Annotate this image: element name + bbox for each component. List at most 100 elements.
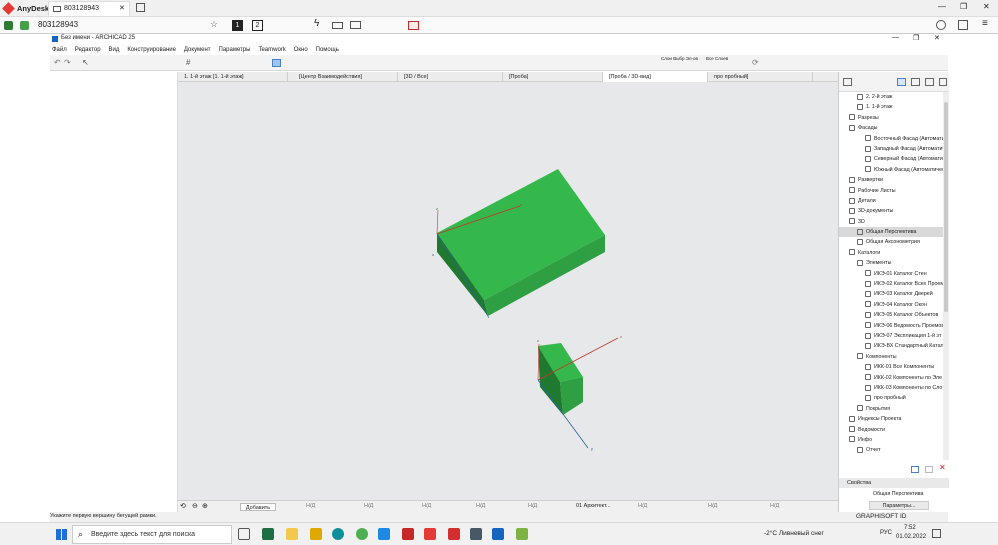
graphisoft-id-label[interactable]: GRAPHISOFT ID [856,513,906,520]
close-icon[interactable]: ✕ [983,2,990,11]
menu-document[interactable]: Документ [184,47,211,53]
tree-item[interactable]: ИКК-03 Компоненты по Сло [839,383,943,393]
paint-icon[interactable] [516,528,528,540]
download-icon[interactable] [958,20,968,30]
windows-start-icon[interactable] [56,529,67,540]
tree-item[interactable]: Западный Фасад (Автоматиче [839,144,943,154]
tree-item[interactable]: ИКЭ-ВХ Стандартный Катало [839,341,943,351]
favorite-icon[interactable]: ☆ [210,19,218,30]
tab-collaboration[interactable]: [Центр Взаимодействия] [293,72,398,82]
zoom-out-icon[interactable]: ⊖ [192,502,198,510]
tree-item[interactable]: ИКЭ-05 Каталог Объектов [839,310,943,320]
chat-icon[interactable] [20,21,29,30]
new-folder-icon[interactable] [925,466,933,473]
project-map-icon[interactable] [897,78,906,86]
maximize-icon[interactable]: ❐ [960,2,967,11]
nd-field-3[interactable]: Н/Д [422,503,431,509]
tree-item[interactable]: ИКЭ-03 Каталог Дверей [839,289,943,299]
display-1-button[interactable]: 1 [232,20,243,31]
close-tab-icon[interactable]: ✕ [119,4,125,12]
language-indicator[interactable]: РУС [880,530,892,536]
publisher-icon[interactable] [939,78,947,86]
menu-teamwork[interactable]: Teamwork [258,47,285,53]
task-view-icon[interactable] [238,528,250,540]
autocad-icon[interactable] [402,528,414,540]
tree-item[interactable]: Общая Перспектива [839,227,943,238]
add-button[interactable]: Добавить [240,503,276,511]
tree-item[interactable]: Восточный Фасад (Автомати [839,134,943,144]
app-icon[interactable] [492,528,504,540]
menu-options[interactable]: Параметры [219,47,251,53]
tree-item[interactable]: Детали [839,196,943,206]
tree-item[interactable]: 3D [839,217,943,227]
tree-item[interactable]: ИКЭ-06 Ведомость Проемов [839,321,943,331]
archicad-icon[interactable] [378,528,390,540]
pointer-tool-icon[interactable]: ↖ [82,58,89,67]
address-field[interactable]: 803128943 [38,20,78,29]
new-tab-icon[interactable] [136,3,145,12]
menu-file[interactable]: Файл [52,47,67,53]
clock-time[interactable]: 7:52 [904,525,916,531]
screen-icon[interactable] [350,21,361,29]
tree-item[interactable]: Индексы Проекта [839,414,943,424]
tree-item[interactable]: Элементы [839,258,943,268]
lightning-icon[interactable]: ϟ [314,18,319,29]
menu-help[interactable]: Помощь [316,47,339,53]
clock-date[interactable]: 01.02.2022 [896,534,926,540]
tree-item[interactable]: ИКЭ-02 Каталог Всех Проем [839,279,943,289]
tree-item[interactable]: ИКК-02 Компоненты по Эле [839,373,943,383]
undo-icon[interactable]: ↶ [54,58,61,67]
nd-field-5[interactable]: Н/Д [528,503,537,509]
tree-item[interactable]: Общая Аксонометрия [839,237,943,247]
tree-scrollbar-thumb[interactable] [944,102,948,312]
refresh-icon[interactable]: ⟳ [752,58,759,67]
tree-item[interactable]: Инфо [839,435,943,445]
3d-scene[interactable]: x z o x z y [178,82,838,500]
taskbar-search-box[interactable]: ⌕ Введите здесь текст для поиска [72,525,232,544]
tree-item[interactable]: ИКК-01 Все Компоненты [839,362,943,372]
menu-design[interactable]: Конструирование [127,47,176,53]
explorer-icon[interactable] [286,528,298,540]
excel-icon[interactable] [262,528,274,540]
tree-item[interactable]: Северный Фасад (Автоматиче [839,154,943,164]
chrome-icon[interactable] [356,528,368,540]
acrobat-icon[interactable] [448,528,460,540]
edge-icon[interactable] [332,528,344,540]
weather-text[interactable]: -2°C Ливневый снег [764,530,824,537]
layout-book-icon[interactable] [925,78,934,86]
3d-viewport[interactable]: x z o x z y [178,82,838,500]
nd-field-4[interactable]: Н/Д [476,503,485,509]
nd-field-2[interactable]: Н/Д [364,503,373,509]
image-viewer-icon[interactable] [470,528,482,540]
tab-pro-probnyi[interactable]: про пробный] [708,72,813,82]
properties-header[interactable]: Свойства [839,478,949,488]
tree-item[interactable]: Рабочие Листы [839,186,943,196]
tree-item[interactable]: Фасады [839,123,943,133]
ac-minimize-icon[interactable]: — [892,34,899,41]
tree-item[interactable]: Разрезы [839,113,943,123]
nd-field-6[interactable]: Н/Д [638,503,647,509]
ac-restore-icon[interactable]: ❐ [913,34,919,42]
project-tree[interactable]: 2. 2-й этаж 1. 1-й этаж Разрезы Фасады Восто… [839,92,943,460]
menu-window[interactable]: Окно [294,47,308,53]
history-icon[interactable] [936,20,946,30]
zoom-in-icon[interactable]: ⊕ [202,502,208,510]
minimize-icon[interactable]: — [938,2,946,11]
tree-item[interactable]: 1. 1-й этаж [839,102,943,112]
nd-field-1[interactable]: Н/Д [306,503,315,509]
nd-field-7[interactable]: Н/Д [708,503,717,509]
tree-item[interactable]: Ведомости [839,425,943,435]
tree-item[interactable]: 3D-документы [839,206,943,216]
tree-item[interactable]: 2. 2-й этаж [839,92,943,102]
keyboard-icon[interactable] [332,22,343,29]
tree-item[interactable]: Отчет [839,445,943,455]
ac-close-icon[interactable]: ✕ [934,34,940,42]
grid-tool-icon[interactable]: # [186,58,190,67]
folder-icon[interactable] [310,528,322,540]
notification-icon[interactable] [932,529,941,538]
tab-floor-1[interactable]: 1. 1-й этаж [1. 1-й этаж] [178,72,288,82]
selection-tool-icon[interactable] [272,59,281,67]
anydesk-session-tab[interactable]: 803128943 ✕ [48,1,130,16]
menu-edit[interactable]: Редактор [75,47,101,53]
redo-icon[interactable]: ↷ [64,58,71,67]
